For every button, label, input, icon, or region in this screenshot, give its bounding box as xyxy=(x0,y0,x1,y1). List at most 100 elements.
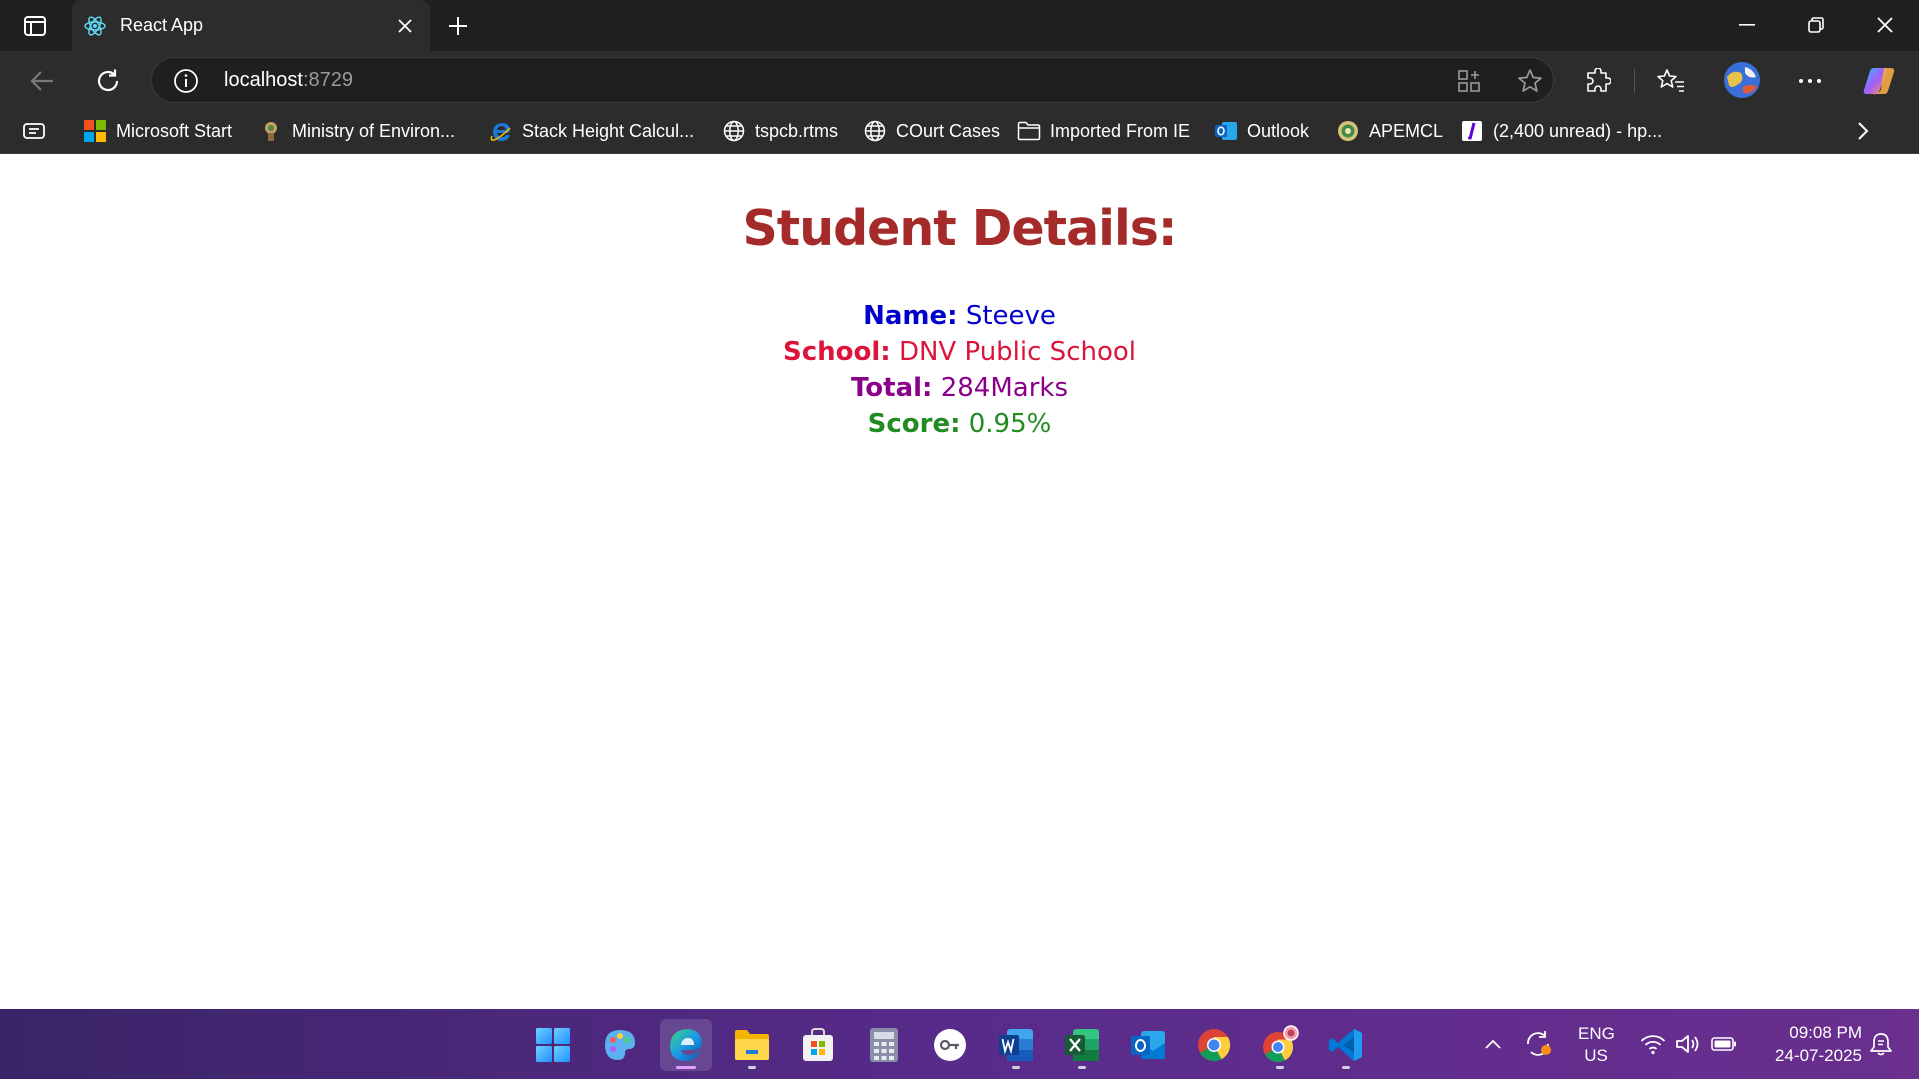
browser-toolbar: localhost:8729 xyxy=(0,51,1919,109)
running-indicator xyxy=(1012,1066,1020,1069)
detail-value: Steeve xyxy=(965,301,1056,331)
key-app-icon[interactable] xyxy=(924,1019,976,1071)
windows-start-icon[interactable] xyxy=(527,1019,579,1071)
language-indicator[interactable]: ENG US xyxy=(1578,1023,1615,1067)
bookmark-label: tspcb.rtms xyxy=(755,120,839,141)
bookmark-label: APEMCL xyxy=(1369,120,1444,141)
bookmark-label: COurt Cases xyxy=(896,120,1001,141)
running-indicator xyxy=(1342,1066,1350,1069)
emblem-icon xyxy=(259,119,283,143)
clock-time: 09:08 PM xyxy=(1789,1023,1862,1042)
vscode-icon[interactable] xyxy=(1320,1019,1372,1071)
detail-label: Score: xyxy=(867,409,961,439)
detail-total: Total: 284Marks xyxy=(0,373,1919,403)
toolbar-separator xyxy=(1634,69,1635,93)
minimize-icon[interactable] xyxy=(1722,8,1772,42)
bookmark-tspcb-rtms[interactable]: tspcb.rtms xyxy=(722,118,838,144)
tab-react-app[interactable]: React App xyxy=(72,0,430,51)
bookmark-label: Microsoft Start xyxy=(116,120,233,141)
active-indicator xyxy=(676,1066,696,1069)
bookmark-label: Stack Height Calcul... xyxy=(522,120,695,141)
bookmark-ministry-of-environment[interactable]: Ministry of Environ... xyxy=(259,118,455,144)
extensions-icon[interactable] xyxy=(1578,61,1618,101)
running-indicator xyxy=(748,1066,756,1069)
tab-title: React App xyxy=(120,15,204,35)
notifications-icon[interactable] xyxy=(1866,1009,1896,1079)
language-code: ENG xyxy=(1578,1024,1615,1043)
close-tab-icon[interactable] xyxy=(390,11,420,41)
paint-icon[interactable] xyxy=(594,1019,646,1071)
language-region: US xyxy=(1584,1046,1608,1065)
bookmark-apemcl[interactable]: APEMCL xyxy=(1336,118,1443,144)
page-title: Student Details: xyxy=(742,200,1177,257)
detail-school: School: DNV Public School xyxy=(0,337,1919,367)
globe-icon xyxy=(863,119,887,143)
chrome-icon[interactable] xyxy=(1188,1019,1240,1071)
favorite-star-icon[interactable] xyxy=(1516,67,1544,95)
microsoft-store-icon[interactable] xyxy=(792,1019,844,1071)
collections-icon[interactable] xyxy=(22,118,46,144)
bookmark-court-cases[interactable]: COurt Cases xyxy=(863,118,1000,144)
bookmark-folder-imported-from-ie[interactable]: Imported From IE xyxy=(1017,118,1190,144)
bookmark-label: Ministry of Environ... xyxy=(292,120,456,141)
detail-label: School: xyxy=(783,337,891,367)
edge-icon[interactable] xyxy=(660,1019,712,1071)
detail-value: 284Marks xyxy=(940,373,1068,403)
profile-avatar[interactable] xyxy=(1719,57,1765,103)
calculator-icon[interactable] xyxy=(858,1019,910,1071)
address-port: :8729 xyxy=(302,69,353,91)
close-window-icon[interactable] xyxy=(1860,8,1910,42)
browser-titlebar: React App xyxy=(0,0,1919,51)
detail-score: Score: 0.95% xyxy=(0,409,1919,439)
new-tab-icon[interactable] xyxy=(441,9,475,43)
bookmarks-overflow-chevron-icon[interactable] xyxy=(1856,118,1870,144)
app-available-icon[interactable] xyxy=(1455,67,1483,95)
address-host: localhost xyxy=(224,69,303,91)
reload-icon[interactable] xyxy=(88,61,128,101)
running-indicator xyxy=(1276,1066,1284,1069)
detail-value: 0.95% xyxy=(968,409,1052,439)
bookmark-stack-height-calculator[interactable]: Stack Height Calcul... xyxy=(489,118,694,144)
microsoft-logo-icon xyxy=(83,119,107,143)
file-explorer-icon[interactable] xyxy=(726,1019,778,1071)
battery-icon[interactable] xyxy=(1709,1009,1739,1079)
yahoo-mail-icon xyxy=(1460,119,1484,143)
windows-taskbar: ENG US 09:08 PM 24-07-2025 xyxy=(0,1009,1919,1079)
restore-icon[interactable] xyxy=(1791,8,1841,42)
taskbar-clock[interactable]: 09:08 PM 24-07-2025 xyxy=(1752,1021,1862,1067)
excel-icon[interactable] xyxy=(1056,1019,1108,1071)
seal-icon xyxy=(1336,119,1360,143)
bookmarks-bar: Microsoft Start Ministry of Environ... S… xyxy=(0,109,1919,154)
page-content: Student Details: Name: Steeve School: DN… xyxy=(0,155,1919,1009)
detail-label: Total: xyxy=(851,373,933,403)
bookmark-label: Outlook xyxy=(1247,120,1310,141)
bookmark-microsoft-start[interactable]: Microsoft Start xyxy=(83,118,232,144)
address-url[interactable]: localhost:8729 xyxy=(224,69,353,92)
chrome-profile-icon[interactable] xyxy=(1254,1019,1306,1071)
running-indicator xyxy=(1078,1066,1086,1069)
detail-value: DNV Public School xyxy=(898,337,1136,367)
bookmark-label: (2,400 unread) - hp... xyxy=(1493,120,1663,141)
copilot-icon[interactable] xyxy=(1859,61,1899,101)
back-arrow-icon[interactable] xyxy=(22,61,62,101)
wifi-icon[interactable] xyxy=(1638,1009,1668,1079)
react-logo-icon xyxy=(82,13,108,39)
ie-icon xyxy=(489,119,513,143)
tab-actions-icon[interactable] xyxy=(18,12,52,40)
clock-date: 24-07-2025 xyxy=(1775,1046,1862,1065)
address-bar[interactable]: localhost:8729 xyxy=(151,57,1554,103)
sync-icon[interactable] xyxy=(1522,1009,1556,1079)
globe-icon xyxy=(722,119,746,143)
outlook-icon[interactable] xyxy=(1122,1019,1174,1071)
bookmark-yahoo-mail[interactable]: (2,400 unread) - hp... xyxy=(1460,118,1662,144)
favorites-icon[interactable] xyxy=(1651,61,1691,101)
outlook-icon xyxy=(1214,119,1238,143)
bookmark-outlook[interactable]: Outlook xyxy=(1214,118,1309,144)
volume-icon[interactable] xyxy=(1673,1009,1703,1079)
word-icon[interactable] xyxy=(990,1019,1042,1071)
detail-name: Name: Steeve xyxy=(0,301,1919,331)
folder-icon xyxy=(1017,119,1041,143)
more-options-icon[interactable] xyxy=(1790,61,1830,101)
show-hidden-icons-chevron-icon[interactable] xyxy=(1478,1009,1508,1079)
site-info-icon[interactable] xyxy=(172,67,200,95)
